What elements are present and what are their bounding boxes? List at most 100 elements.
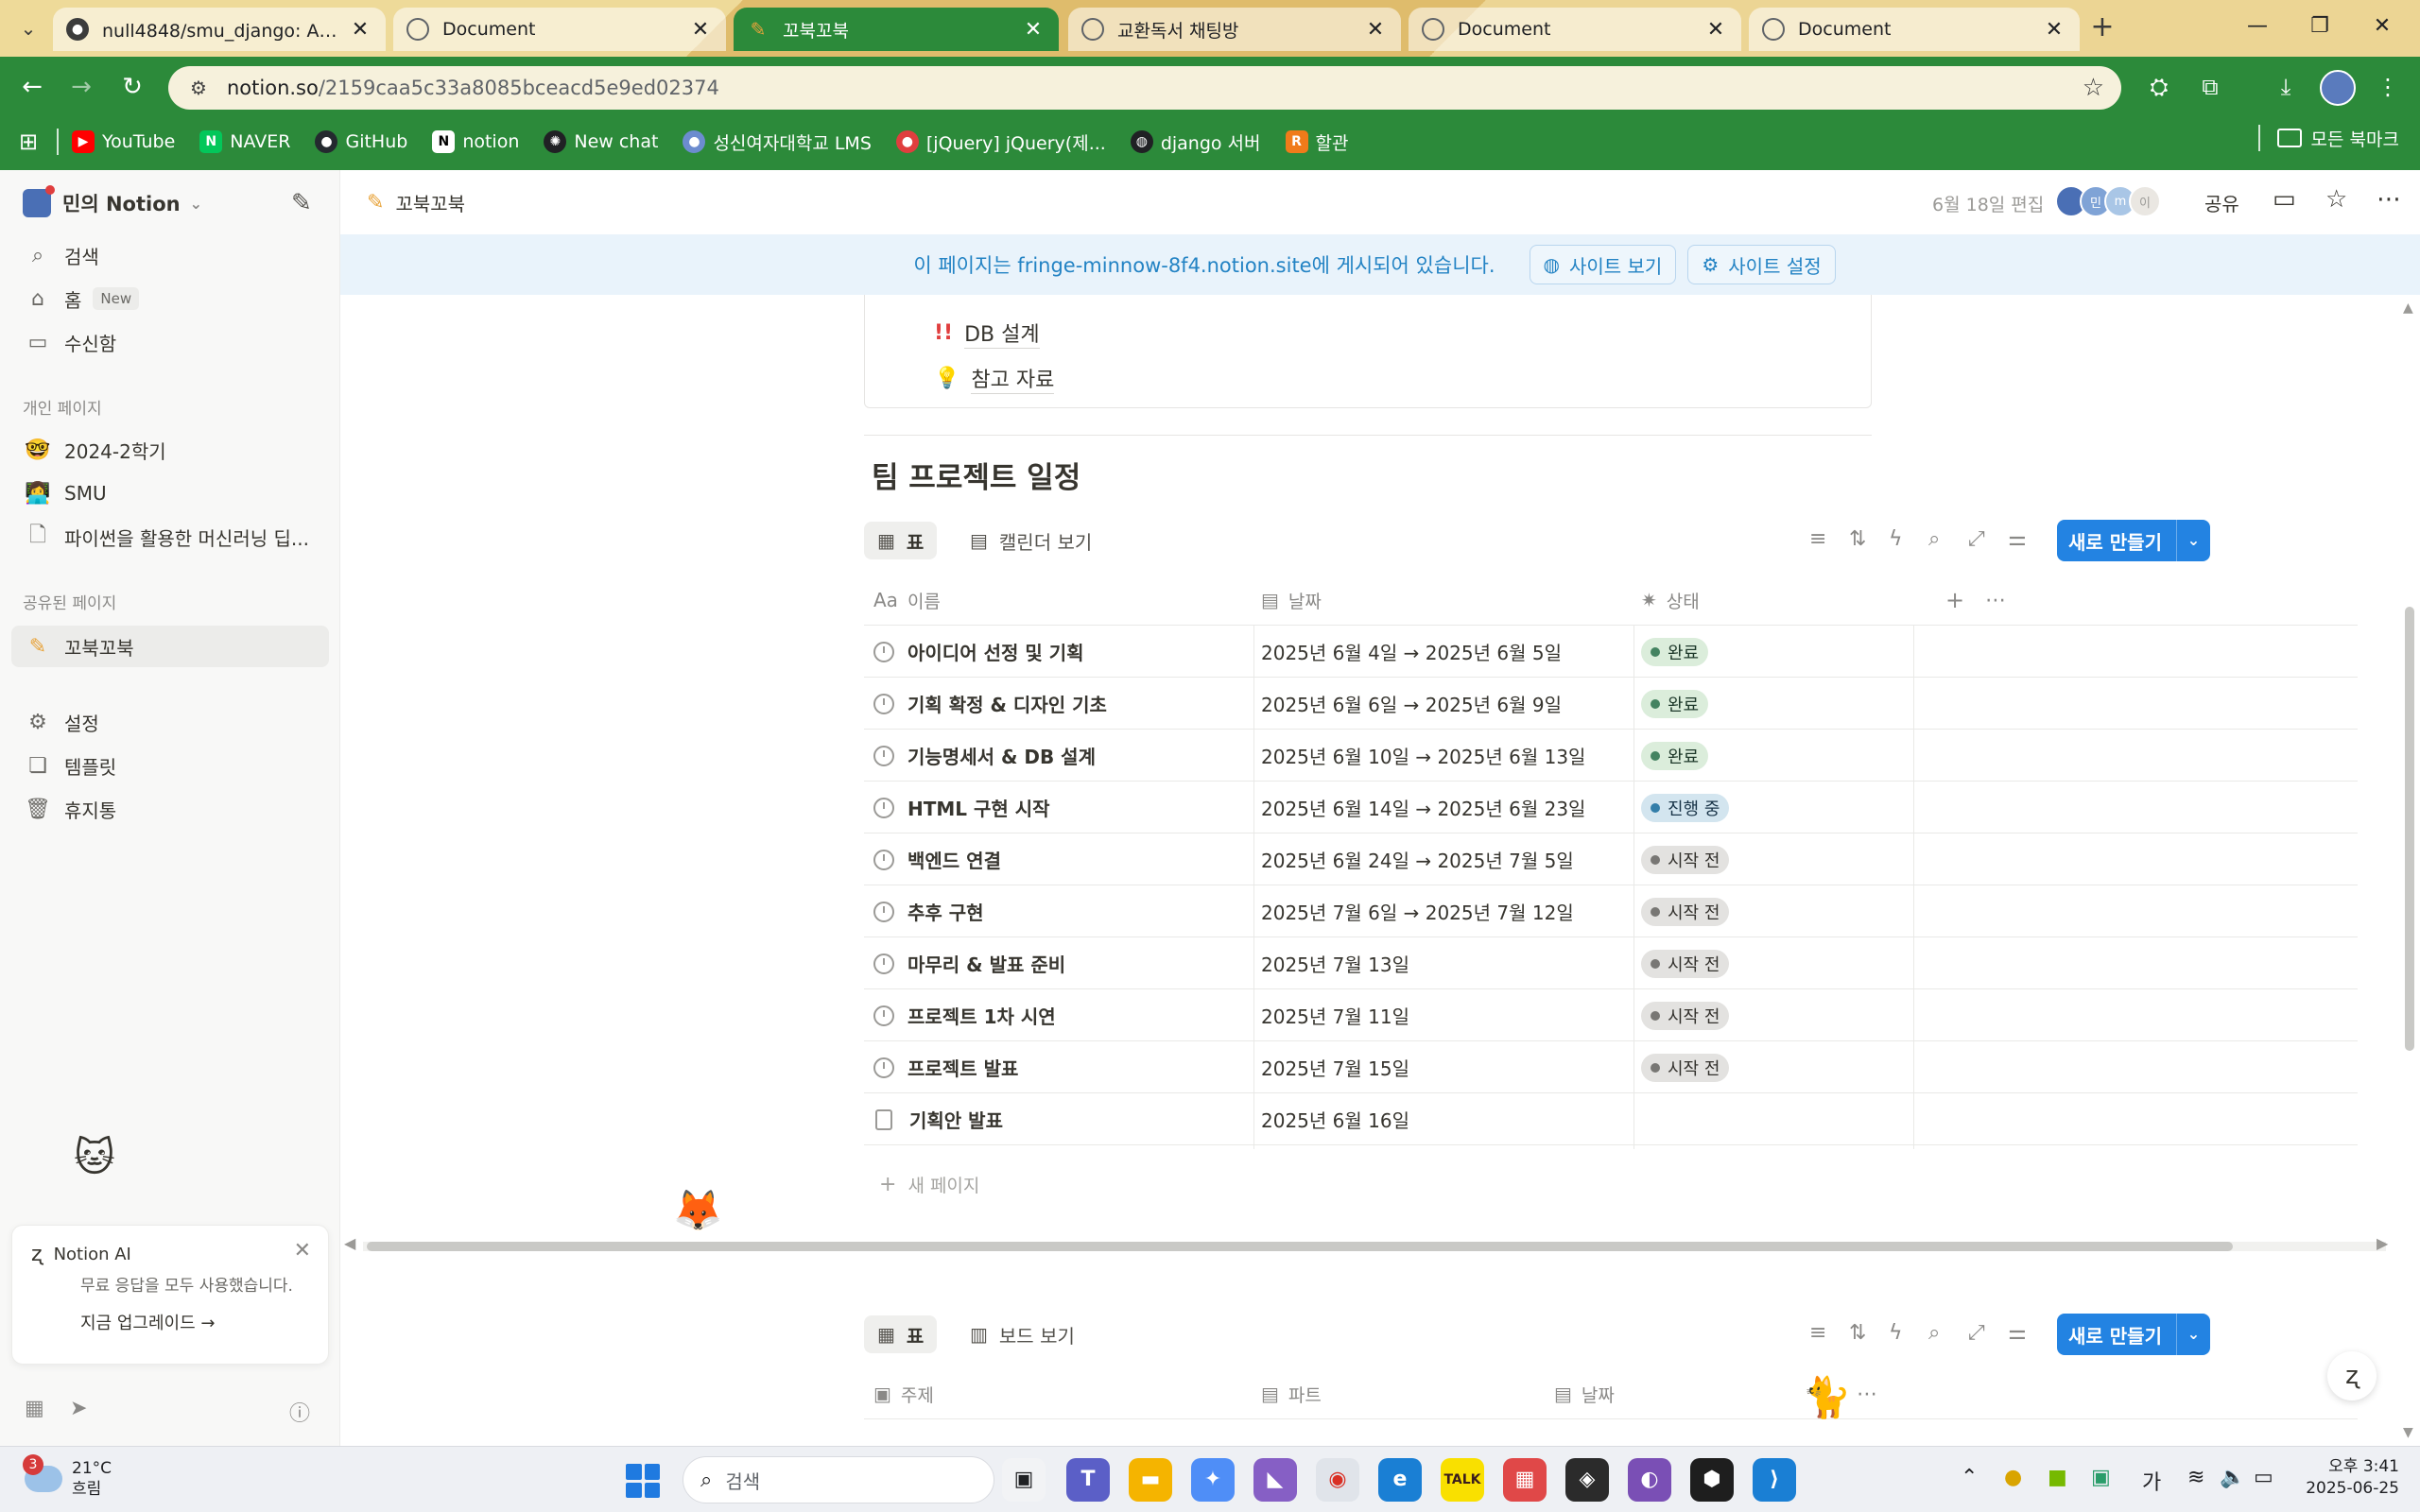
table-row[interactable]: 기능명세서 & DB 설계 2025년 6월 10일 → 2025년 6월 13일… [864,730,2358,782]
figma-icon[interactable]: ⬢ [1690,1458,1734,1502]
view-settings-icon[interactable]: ⚌ [2008,527,2027,551]
breadcrumb[interactable]: ✎ 꼬북꼬북 [367,189,465,216]
favorite-star-icon[interactable]: ☆ [2325,185,2347,214]
new-entry-button[interactable]: 새로 만들기 ⌄ [2057,520,2210,561]
expand-icon[interactable]: ⤢ [1968,527,1985,551]
tab-table-view[interactable]: ▦ 표 [864,1315,938,1353]
chevron-down-icon[interactable]: ⌄ [2176,1314,2210,1355]
new-page-row[interactable]: + 새 페이지 [879,1172,979,1197]
bookmark-rss[interactable]: R 할관 [1285,129,1349,155]
filter-icon[interactable]: ≡ [1809,527,1826,551]
search-icon[interactable]: ⌕ [1928,1321,1940,1345]
cell-name[interactable]: 아이디어 선정 및 기획 [873,626,1084,678]
cell-date[interactable]: 2025년 6월 6일 → 2025년 6월 9일 [1261,678,1562,730]
site-settings-button[interactable]: ⚙ 사이트 설정 [1687,245,1836,284]
cell-status[interactable]: 시작 전 [1641,989,1730,1041]
volume-icon[interactable]: 🔈 [2220,1466,2245,1489]
search-icon[interactable]: ⌕ [1928,527,1940,551]
table-row[interactable]: 기획 확정 & 디자인 기초 2025년 6월 6일 → 2025년 6월 9일 완… [864,678,2358,730]
back-button[interactable]: ← [15,70,49,104]
chrome-icon[interactable]: ◉ [1316,1458,1359,1502]
scroll-left-arrow-icon[interactable]: ◀ [344,1234,355,1252]
apps-grid-icon[interactable]: ⊞ [19,129,57,155]
kakaotalk-tray-icon[interactable]: ● [2004,1466,2022,1489]
share-button[interactable]: 공유 [2204,189,2239,216]
cell-date[interactable]: 2025년 7월 6일 → 2025년 7월 12일 [1261,885,1574,937]
cell-date[interactable]: 2025년 6월 4일 → 2025년 6월 5일 [1261,626,1562,678]
forward-button[interactable]: → [64,70,98,104]
url-text[interactable]: notion.so/2159caa5c33a8085bceacd5e9ed023… [227,77,2083,99]
cell-status[interactable]: 시작 전 [1641,937,1730,989]
download-icon[interactable]: ⤓ [2267,68,2305,106]
bookmark-lms[interactable]: ● 성신여자대학교 LMS [683,129,872,155]
sort-icon[interactable]: ⇅ [1849,527,1866,551]
sidebar-page-ml[interactable]: 🗋 파이썬을 활용한 머신러닝 딥... [11,516,329,558]
cell-name[interactable]: 프로젝트 1차 시연 [873,989,1056,1041]
browser-tab-active[interactable]: ✎ 꼬북꼬북 ✕ [734,8,1059,51]
add-property-icon[interactable]: + [1945,575,1964,626]
extensions-puzzle-icon[interactable]: ⧉ [2191,68,2229,106]
automation-lightning-icon[interactable]: ϟ [1889,527,1903,551]
taskbar-search[interactable]: ⌕ 검색 [683,1456,994,1503]
bookmark-star-icon[interactable]: ☆ [2083,74,2104,102]
close-tab-icon[interactable]: ✕ [2042,18,2066,42]
microsoft-store-icon[interactable]: ▦ [1503,1458,1547,1502]
cell-name[interactable]: 기능명세서 & DB 설계 [873,730,1096,782]
nvidia-icon[interactable]: ■ [2048,1466,2067,1489]
section-heading[interactable]: 팀 프로젝트 일정 [872,454,1080,496]
cell-date[interactable]: 2025년 7월 13일 [1261,937,1409,989]
tab-table-view[interactable]: ▦ 표 [864,522,938,559]
table-row[interactable]: 추후 구현 2025년 7월 6일 → 2025년 7월 12일 시작 전 [864,885,2358,937]
more-options-icon[interactable]: ⋯ [1857,1368,1877,1419]
toc-item[interactable]: 💡 참고 자료 [934,363,1055,394]
cell-date[interactable]: 2025년 6월 14일 → 2025년 6월 23일 [1261,782,1585,833]
cell-name[interactable]: 기획 확정 & 디자인 기초 [873,678,1107,730]
kakaotalk-icon[interactable]: TALK [1441,1458,1484,1502]
show-hidden-icons-icon[interactable]: ⌃ [1961,1466,1978,1489]
sidebar-page-smu[interactable]: 👩‍💻 SMU [11,472,329,514]
system-clock[interactable]: 오후 3:41 2025-06-25 [2295,1456,2399,1500]
table-row[interactable]: 백엔드 연결 2025년 6월 24일 → 2025년 7월 5일 시작 전 [864,833,2358,885]
weather-widget[interactable]: 3 21°C 흐림 [23,1454,112,1500]
reload-button[interactable]: ↻ [115,70,149,104]
battery-icon[interactable]: ▭ [2254,1466,2273,1489]
browser-tab[interactable]: Document ✕ [393,8,726,51]
cell-status[interactable]: 완료 [1641,678,1709,730]
sidebar-page-2024-2[interactable]: 🤓 2024-2학기 [11,429,329,471]
view-settings-icon[interactable]: ⚌ [2008,1321,2027,1345]
visual-studio-icon[interactable]: ◣ [1253,1458,1297,1502]
new-page-compose-icon[interactable]: ✎ [291,189,312,217]
collaborator-avatars[interactable]: 민 m 이 [2055,185,2161,217]
unity-icon[interactable]: ◈ [1565,1458,1609,1502]
tab-board-view[interactable]: ▥ 보드 보기 [957,1315,1088,1353]
cell-date[interactable]: 2025년 6월 10일 → 2025년 6월 13일 [1261,730,1585,782]
upgrade-link[interactable]: 지금 업그레이드 → [80,1310,309,1334]
cell-status[interactable]: 완료 [1641,730,1709,782]
scroll-up-arrow-icon[interactable]: ▲ [2403,301,2413,316]
sidebar-item-home[interactable]: ⌂ 홈 New [11,278,329,319]
cell-name[interactable]: 기획안 발표 [873,1093,1003,1145]
teams-icon[interactable]: T [1066,1458,1110,1502]
browser-tab[interactable]: Document ✕ [1749,8,2080,51]
sidebar-page-kkobuk[interactable]: ✎ 꼬북꼬북 [11,626,329,667]
browser-tab[interactable]: Document ✕ [1409,8,1741,51]
close-tab-icon[interactable]: ✕ [348,18,372,42]
cell-date[interactable]: 2025년 7월 11일 [1261,989,1409,1041]
extension-icon[interactable]: ⛭ [2140,68,2178,106]
edge-icon[interactable]: e [1378,1458,1422,1502]
cell-date[interactable]: 2025년 7월 15일 [1261,1041,1409,1093]
close-window-button[interactable]: ✕ [2354,9,2411,43]
scroll-down-arrow-icon[interactable]: ▼ [2403,1425,2413,1440]
cell-date[interactable]: 2025년 6월 24일 → 2025년 7월 5일 [1261,833,1574,885]
notion-ai-assistant-button[interactable]: ʐ [2327,1351,2377,1400]
cell-name[interactable]: 백엔드 연결 [873,833,1001,885]
chevron-down-icon[interactable]: ⌄ [2176,520,2210,561]
bookmark-django[interactable]: ◍ django 서버 [1130,129,1261,155]
vscode-icon[interactable]: ⟩ [1753,1458,1796,1502]
sort-icon[interactable]: ⇅ [1849,1321,1866,1345]
edited-timestamp[interactable]: 6월 18일 편집 [1932,191,2044,216]
view-site-button[interactable]: ◍ 사이트 보기 [1529,245,1677,284]
column-header-date[interactable]: ▤ 날짜 [1261,575,1322,626]
sidebar-item-templates[interactable]: ❏ 템플릿 [11,745,329,786]
bookmark-new-chat[interactable]: ✺ New chat [544,130,658,153]
